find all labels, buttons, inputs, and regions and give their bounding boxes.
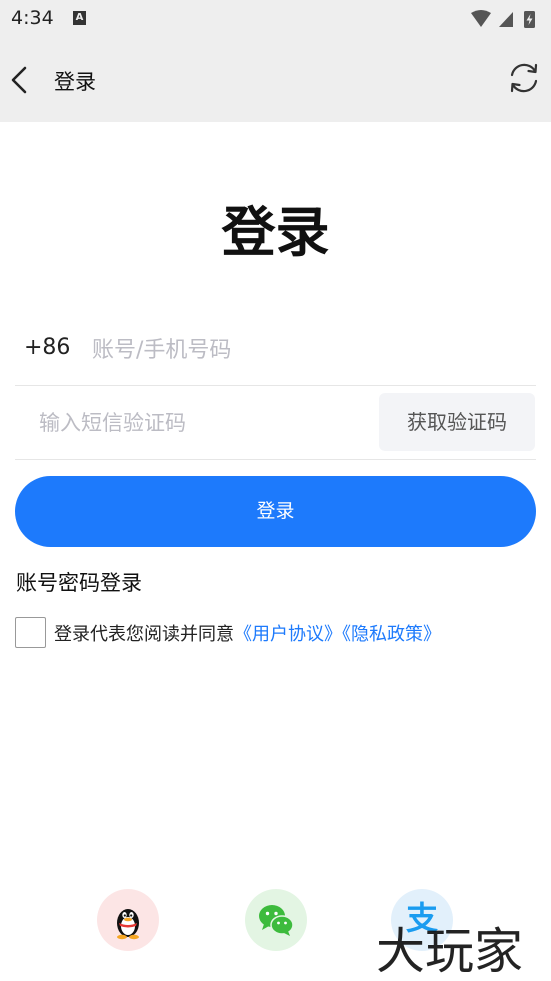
privacy-policy-link[interactable]: 《隐私政策》 [342, 624, 441, 645]
agreement-prefix: 登录代表您阅读并同意 [54, 624, 234, 645]
wechat-icon [259, 905, 294, 936]
sms-code-input[interactable] [39, 403, 369, 443]
wechat-login-button[interactable] [245, 889, 307, 951]
divider [15, 385, 536, 386]
wifi-icon [471, 10, 491, 27]
signal-icon [499, 12, 513, 27]
user-agreement-link[interactable]: 《用户协议》 [234, 624, 342, 645]
status-time: 4:34 [11, 7, 54, 29]
phone-input[interactable] [92, 330, 522, 370]
back-chevron-icon[interactable] [4, 62, 36, 98]
app-bar-title: 登录 [54, 70, 96, 94]
divider [15, 459, 536, 460]
password-login-link[interactable]: 账号密码登录 [16, 567, 142, 597]
country-code-selector[interactable]: +86 [24, 335, 70, 360]
get-code-button[interactable]: 获取验证码 [379, 393, 535, 451]
notification-badge: A [73, 11, 86, 25]
login-button[interactable]: 登录 [15, 476, 536, 547]
qq-penguin-icon [117, 909, 139, 940]
qq-login-button[interactable] [97, 889, 159, 951]
page-title: 登录 [221, 201, 330, 264]
watermark: 大玩家 [376, 923, 524, 980]
status-icons [471, 10, 535, 28]
status-bar: 4:34 A [0, 0, 551, 38]
app-bar: 登录 [0, 38, 551, 122]
agreement-text: 登录代表您阅读并同意《用户协议》《隐私政策》 [54, 620, 441, 646]
agreement-checkbox[interactable] [15, 617, 46, 648]
refresh-icon[interactable] [507, 61, 541, 95]
